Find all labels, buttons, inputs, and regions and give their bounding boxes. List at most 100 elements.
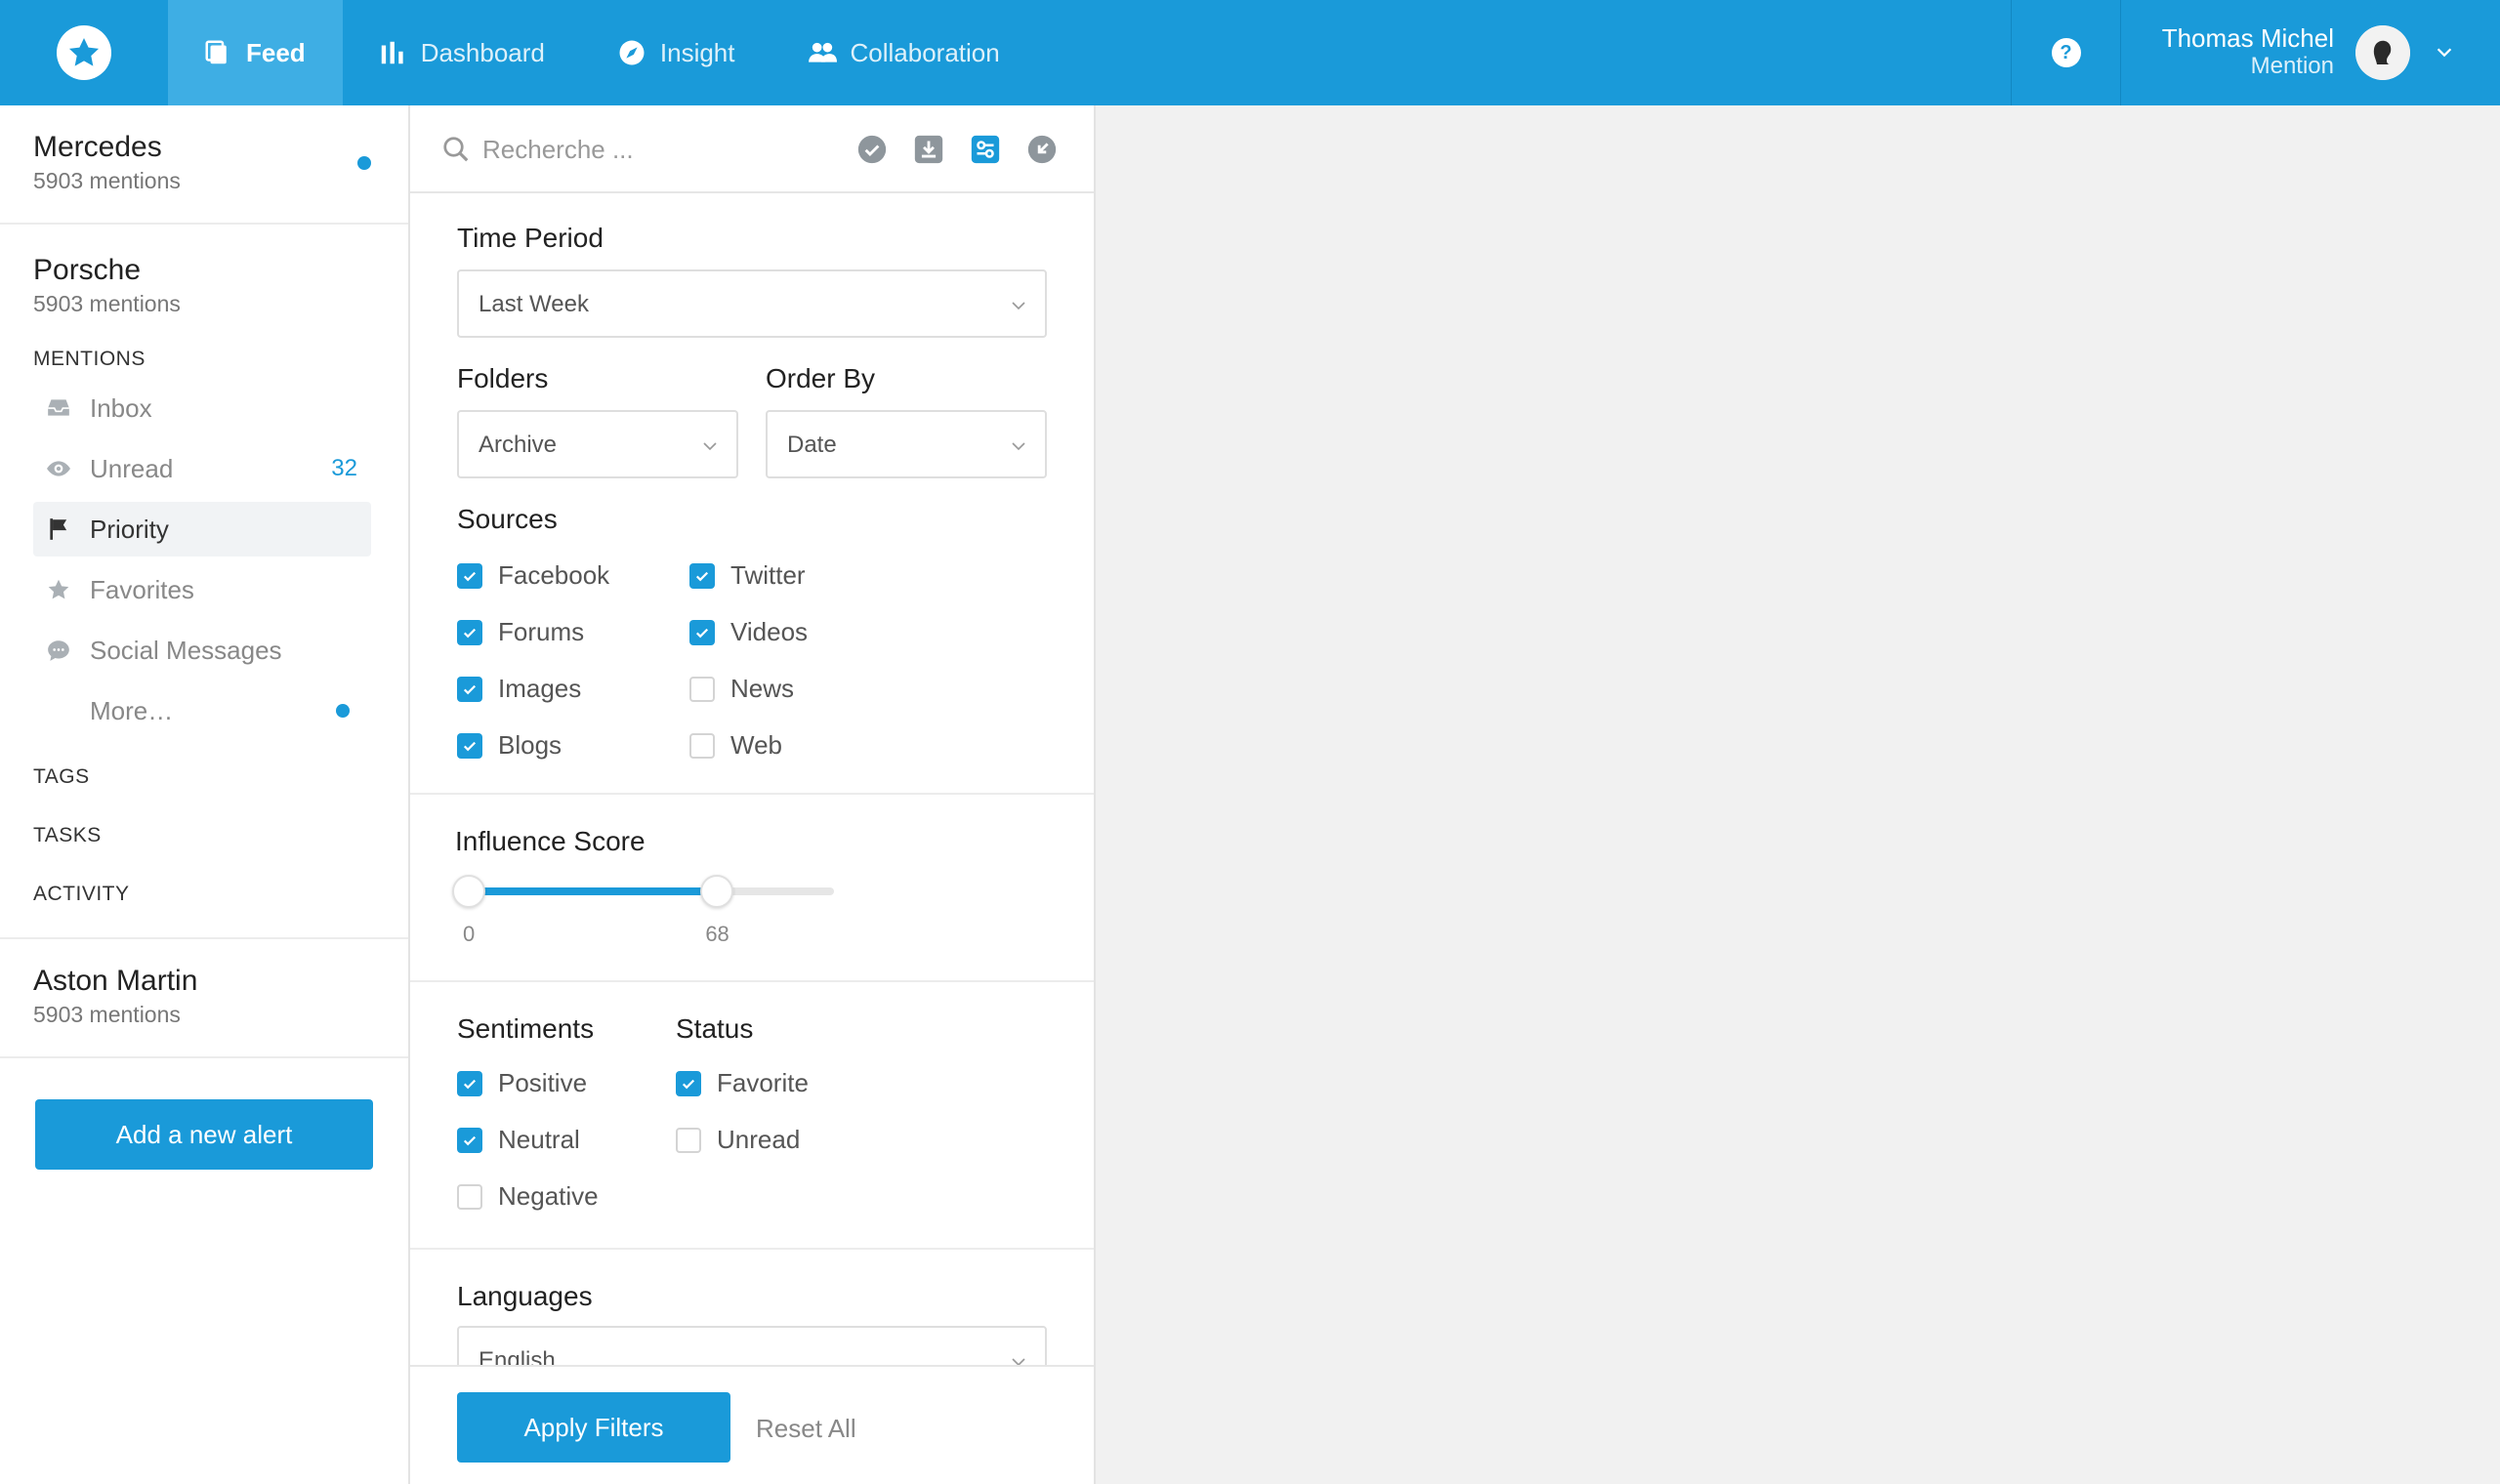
select-value: Date (787, 432, 837, 458)
folders-label: Folders (457, 363, 549, 393)
tasks-section[interactable]: TASKS (33, 824, 102, 847)
source-twitter-checkbox[interactable]: Twitter (689, 560, 806, 591)
source-facebook-checkbox[interactable]: Facebook (457, 560, 609, 591)
menu-label: More… (90, 695, 174, 725)
app-logo[interactable] (57, 25, 111, 80)
source-news-checkbox[interactable]: News (689, 674, 794, 704)
sentiment-positive-checkbox[interactable]: Positive (457, 1068, 587, 1098)
checkbox-label: Favorite (717, 1068, 809, 1097)
status-favorite-checkbox[interactable]: Favorite (676, 1068, 809, 1098)
alert-porsche[interactable]: Porsche 5903 mentions (33, 254, 181, 317)
menu-item-social-messages[interactable]: Social Messages (33, 623, 371, 678)
sentiment-neutral-checkbox[interactable]: Neutral (457, 1125, 580, 1155)
checkbox-box (676, 1070, 701, 1096)
languages-label: Languages (457, 1281, 593, 1311)
chevron-down-icon (703, 442, 717, 451)
nav-insight[interactable]: Insight (582, 0, 772, 105)
user-name: Thomas Michel (2161, 23, 2334, 53)
sidebar: Mercedes 5903 mentions Porsche 5903 ment… (0, 105, 410, 1484)
filter-panel: Time Period Last Week Folders Archive Or… (410, 105, 1096, 1484)
status-unread-checkbox[interactable]: Unread (676, 1125, 800, 1155)
divider (410, 1248, 1094, 1250)
check-circle-icon (857, 135, 887, 164)
add-alert-button[interactable]: Add a new alert (35, 1099, 373, 1170)
nav-dashboard[interactable]: Dashboard (343, 0, 582, 105)
checkbox-box (457, 1127, 482, 1153)
filter-toggle-button[interactable] (969, 133, 1002, 166)
user-menu[interactable]: Thomas Michel Mention (2120, 0, 2500, 105)
avatar[interactable] (2355, 25, 2410, 80)
alert-name: Aston Martin (33, 965, 198, 997)
alert-aston-martin[interactable]: Aston Martin 5903 mentions (33, 965, 197, 1028)
checkbox-label: Videos (730, 617, 809, 646)
search-input[interactable] (482, 127, 775, 172)
checkbox-box (457, 732, 482, 759)
feed-icon (203, 38, 232, 67)
checkbox-box (457, 562, 482, 589)
divider (410, 980, 1094, 982)
chevron-down-icon[interactable] (2434, 41, 2455, 62)
checkbox-label: Forums (498, 617, 585, 646)
order-by-select[interactable]: Date (766, 410, 1047, 478)
sentiment-negative-checkbox[interactable]: Negative (457, 1181, 599, 1212)
star-icon (68, 37, 100, 66)
nav-label: Collaboration (850, 37, 1000, 67)
sentiments-label: Sentiments (457, 1013, 595, 1044)
nav-collaboration[interactable]: Collaboration (772, 0, 1037, 105)
help-button[interactable]: ? (2011, 0, 2120, 105)
flag-icon (45, 515, 72, 543)
source-images-checkbox[interactable]: Images (457, 674, 581, 704)
checkbox-box (689, 732, 715, 759)
menu-item-unread[interactable]: Unread 32 (33, 441, 371, 496)
nav-label: Insight (659, 37, 735, 67)
divider (0, 937, 408, 939)
menu-item-inbox[interactable]: Inbox (33, 381, 371, 435)
collapse-button[interactable] (1025, 133, 1059, 166)
checkbox-label: Positive (498, 1068, 588, 1097)
nav-label: Feed (246, 37, 306, 67)
activity-section[interactable]: ACTIVITY (33, 883, 130, 906)
user-subtitle: Mention (2250, 53, 2334, 79)
nav-feed[interactable]: Feed (168, 0, 343, 105)
filter-settings-icon (971, 135, 1000, 164)
menu-label: Favorites (90, 574, 194, 604)
time-period-select[interactable]: Last Week (457, 269, 1047, 338)
top-bar: Feed Dashboard Insight Collaboration ? T… (0, 0, 2500, 105)
export-button[interactable] (912, 133, 945, 166)
menu-item-more[interactable]: More… (33, 683, 371, 738)
checkbox-box (689, 619, 715, 645)
top-right: ? Thomas Michel Mention (2011, 0, 2500, 105)
menu-label: Inbox (90, 392, 152, 423)
slider-min-value: 0 (463, 922, 476, 946)
source-forums-checkbox[interactable]: Forums (457, 617, 584, 647)
divider (410, 793, 1094, 795)
search-bar (410, 105, 1094, 193)
slider-handle-min[interactable] (452, 875, 485, 908)
mark-read-button[interactable] (855, 133, 889, 166)
source-videos-checkbox[interactable]: Videos (689, 617, 808, 647)
star-icon (45, 576, 72, 603)
chat-bubble-icon (45, 637, 72, 664)
checkbox-label: News (730, 674, 795, 703)
folders-select[interactable]: Archive (457, 410, 738, 478)
checkbox-box (676, 1127, 701, 1153)
search-icon (443, 137, 469, 162)
inbox-icon (45, 394, 72, 422)
source-web-checkbox[interactable]: Web (689, 730, 782, 761)
alert-count: 5903 mentions (33, 1002, 181, 1027)
menu-item-favorites[interactable]: Favorites (33, 562, 371, 617)
tags-section[interactable]: TAGS (33, 765, 90, 789)
time-period-label: Time Period (457, 223, 604, 253)
reset-all-button[interactable]: Reset All (756, 1414, 856, 1444)
content-area (1096, 105, 2500, 1484)
apply-filters-button[interactable]: Apply Filters (457, 1392, 730, 1463)
checkbox-label: Facebook (498, 560, 610, 590)
compass-icon (617, 38, 646, 67)
status-label: Status (676, 1013, 754, 1044)
alert-mercedes[interactable]: Mercedes 5903 mentions (33, 131, 181, 194)
menu-item-priority[interactable]: Priority (33, 502, 371, 556)
slider-handle-max[interactable] (700, 875, 734, 908)
source-blogs-checkbox[interactable]: Blogs (457, 730, 562, 761)
checkbox-label: Images (498, 674, 582, 703)
nav-label: Dashboard (420, 37, 545, 67)
